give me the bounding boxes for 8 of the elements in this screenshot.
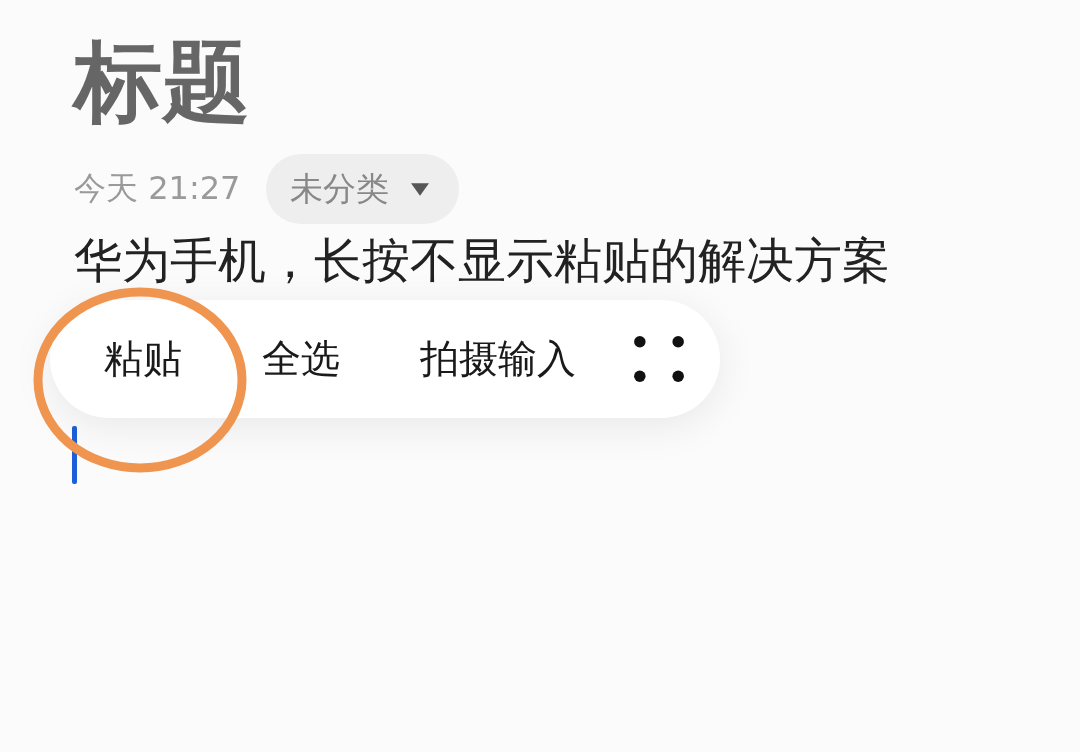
note-date: 今天 21:27	[74, 168, 241, 209]
caret-icon	[411, 182, 430, 196]
menu-item[interactable]: 拍摄输入	[416, 324, 580, 394]
note-body-text: 华为手机，长按不显示粘贴的解决方案	[74, 234, 890, 286]
menu-item[interactable]: 全选	[258, 324, 344, 394]
text-cursor	[72, 426, 77, 484]
menu-item[interactable]: 粘贴	[100, 324, 186, 394]
more-dots-icon[interactable]	[634, 336, 684, 382]
